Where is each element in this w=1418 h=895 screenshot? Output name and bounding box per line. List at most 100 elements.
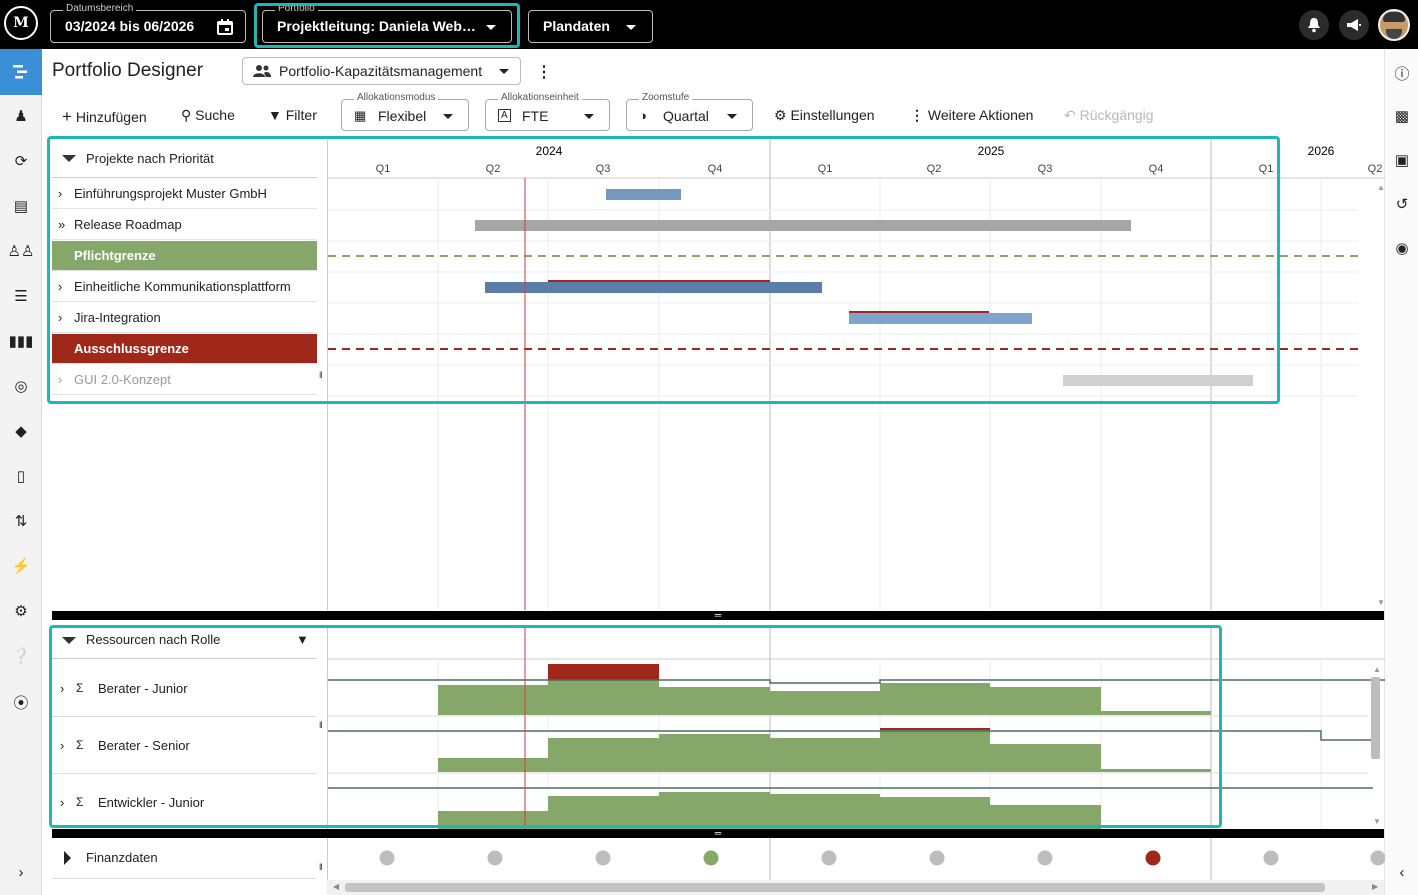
project-label: Einführungsprojekt Muster GmbH <box>74 186 267 201</box>
app-logo[interactable]: M <box>4 6 38 40</box>
finance-status-area <box>327 838 1386 880</box>
project-row[interactable]: › Einführungsprojekt Muster GmbH <box>52 179 317 209</box>
roadmap-bar[interactable] <box>475 220 1131 231</box>
scroll-left-icon[interactable]: ◀ <box>333 882 339 891</box>
chevron-left-icon[interactable]: ‹ <box>1385 864 1418 881</box>
scroll-down-icon[interactable]: ▼ <box>1373 817 1381 826</box>
resource-row[interactable]: › Σ Entwickler - Junior <box>52 774 317 831</box>
chevron-down-icon <box>499 69 509 74</box>
excluded-project-bar[interactable] <box>1063 375 1253 386</box>
chevron-right-icon: › <box>58 186 63 201</box>
person-list-icon[interactable]: ♟ <box>0 107 42 125</box>
project-row[interactable]: » Release Roadmap <box>52 210 317 240</box>
scroll-up-icon[interactable]: ▲ <box>1377 183 1385 192</box>
add-button[interactable]: + Hinzufügen <box>62 107 147 127</box>
quarter-label: Q1 <box>376 163 391 175</box>
projects-header[interactable]: Projekte nach Priorität <box>52 140 317 178</box>
date-range-field[interactable]: Datumsbereich 03/2024 bis 06/2026 <box>50 3 246 43</box>
quarter-label: Q3 <box>1038 163 1053 175</box>
resources-header-label: Ressourcen nach Rolle <box>86 632 221 647</box>
chevron-right-icon[interactable]: › <box>0 864 42 881</box>
pane-splitter[interactable]: ═ <box>52 611 1384 620</box>
gantt-icon <box>13 65 27 79</box>
scroll-up-icon[interactable]: ▲ <box>1373 665 1381 674</box>
filter-label: Filter <box>285 107 317 123</box>
page-title: Portfolio Designer <box>52 60 204 81</box>
portfolio-select[interactable]: Portfolio Projektleitung: Daniela Web… <box>262 3 512 43</box>
pane-splitter[interactable]: ═ <box>52 829 1384 838</box>
finance-status-dot[interactable] <box>1370 850 1386 866</box>
user-avatar[interactable] <box>1378 9 1410 41</box>
project-label: GUI 2.0-Konzept <box>74 372 171 387</box>
resource-row[interactable]: › Σ Berater - Senior <box>52 717 317 774</box>
project-row[interactable]: › GUI 2.0-Konzept <box>52 365 317 395</box>
columns-icon[interactable]: ▮▮▮ <box>0 332 42 350</box>
history-icon[interactable]: ↺ <box>1385 195 1418 213</box>
resize-handle[interactable]: ‖ <box>319 370 323 380</box>
calendar-icon[interactable] <box>217 19 233 35</box>
exclusion-boundary-row[interactable]: Ausschlussgrenze <box>52 334 317 364</box>
chevron-right-icon: › <box>60 738 65 753</box>
scroll-down-icon[interactable]: ▼ <box>1377 598 1385 607</box>
plug-icon[interactable]: ⚡ <box>0 557 42 575</box>
expand-icon[interactable] <box>64 851 71 865</box>
bell-icon[interactable] <box>1299 10 1329 40</box>
finance-status-dot[interactable] <box>821 850 837 866</box>
horizontal-scroll-track[interactable]: ◀ ▶ <box>327 880 1384 895</box>
finance-status-dot[interactable] <box>1263 850 1279 866</box>
project-row[interactable]: › Jira-Integration <box>52 303 317 333</box>
horizontal-scrollbar[interactable] <box>345 883 1325 892</box>
nav-portfolio-designer[interactable] <box>0 49 42 95</box>
chat-icon[interactable]: ▩ <box>1385 107 1418 125</box>
resize-handle[interactable]: ‖ <box>319 720 323 730</box>
filter-icon[interactable]: ▼ <box>296 625 309 655</box>
finance-status-dot[interactable] <box>929 850 945 866</box>
project-bar[interactable] <box>849 313 1032 324</box>
gantt-chart: 2024 2025 2026 Q1 Q2 Q3 Q4 Q1 Q2 Q3 Q4 Q… <box>327 140 1385 610</box>
capacity-bars-junior-developer <box>438 792 1101 830</box>
target-icon[interactable]: ◎ <box>0 377 42 395</box>
info-icon[interactable]: ⓘ <box>1385 63 1418 84</box>
finance-status-dot[interactable] <box>1145 850 1161 866</box>
palette-icon[interactable]: ◉ <box>1385 239 1418 257</box>
scroll-right-icon[interactable]: ▶ <box>1372 882 1378 891</box>
finance-status-dot[interactable] <box>487 850 503 866</box>
settings-button[interactable]: ⚙ Einstellungen <box>774 107 875 124</box>
help-icon[interactable]: ❔ <box>0 647 42 665</box>
people-icon[interactable]: ♙♙ <box>0 242 42 260</box>
vertical-scrollbar[interactable] <box>1371 677 1380 759</box>
undo-button[interactable]: ↶ Rückgängig <box>1064 107 1154 124</box>
overload-marker <box>849 311 989 313</box>
megaphone-icon[interactable] <box>1339 10 1369 40</box>
more-vert-icon[interactable]: ⋮ <box>536 62 552 82</box>
document-icon[interactable]: ▯ <box>0 467 42 485</box>
zoom-select[interactable]: Zoomstufe ◑ Quartal <box>626 92 753 131</box>
view-select[interactable]: Portfolio-Kapazitätsmanagement <box>242 57 521 85</box>
finance-status-dot[interactable] <box>595 850 611 866</box>
swap-vertical-icon[interactable]: ⇅ <box>0 512 42 530</box>
resize-handle[interactable]: ‖ <box>319 862 323 872</box>
mandatory-boundary-row[interactable]: Pflichtgrenze <box>52 241 317 271</box>
refresh-icon[interactable]: ⟳ <box>0 152 42 170</box>
directions-icon[interactable]: ◆ <box>0 422 42 440</box>
list-icon[interactable]: ☰ <box>0 287 42 305</box>
project-bar[interactable] <box>485 282 822 293</box>
gear-icon[interactable]: ⚙ <box>0 602 42 620</box>
finance-status-dot[interactable] <box>379 850 395 866</box>
resources-header[interactable]: Ressourcen nach Rolle ▼ <box>52 625 317 659</box>
project-row[interactable]: › Einheitliche Kommunikationsplattform <box>52 272 317 302</box>
more-actions-button[interactable]: ⋮ Weitere Aktionen <box>910 107 1033 124</box>
search-button[interactable]: ⚲ Suche <box>181 107 235 124</box>
data-type-select[interactable]: Plandaten <box>528 10 653 43</box>
finance-status-dot[interactable] <box>703 850 719 866</box>
filter-button[interactable]: ▼ Filter <box>268 107 317 123</box>
compass-icon[interactable]: ⦿ <box>0 692 42 713</box>
project-bar[interactable] <box>606 189 681 200</box>
capacity-bars-senior-consultant <box>438 730 1211 772</box>
finance-status-dot[interactable] <box>1037 850 1053 866</box>
contact-card-icon[interactable]: ▤ <box>0 197 42 215</box>
resource-row[interactable]: › Σ Berater - Junior <box>52 660 317 717</box>
allocation-mode-select[interactable]: Allokationsmodus ▦ Flexibel <box>341 92 469 131</box>
allocation-unit-select[interactable]: Allokationseinheit A FTE <box>485 92 610 131</box>
comment-icon[interactable]: ▣ <box>1385 151 1418 169</box>
